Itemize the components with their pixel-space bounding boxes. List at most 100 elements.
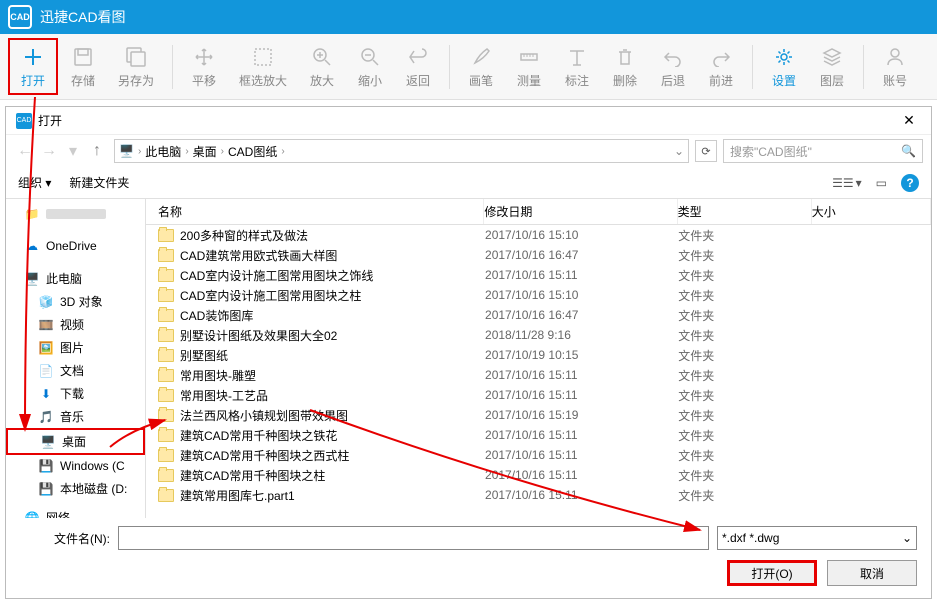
filename-label: 文件名(N): (20, 530, 110, 547)
sidebar-item-pictures[interactable]: 🖼️图片 (6, 336, 145, 359)
saveas-icon (123, 44, 149, 70)
desktop-icon: 🖥️ (40, 434, 56, 450)
move-icon (191, 44, 217, 70)
brush-icon (468, 44, 494, 70)
cloud-icon: ☁ (24, 238, 40, 254)
search-input[interactable]: 搜索"CAD图纸" 🔍 (723, 139, 923, 163)
undo-button[interactable]: 后退 (650, 40, 696, 93)
table-row[interactable]: 别墅设计图纸及效果图大全022018/11/28 9:16文件夹 (146, 325, 931, 345)
saveas-button[interactable]: 另存为 (108, 40, 164, 93)
disk-icon: 💾 (38, 458, 54, 474)
sidebar-item-downloads[interactable]: ⬇下载 (6, 382, 145, 405)
music-icon: 🎵 (38, 409, 54, 425)
save-button[interactable]: 存储 (60, 40, 106, 93)
table-row[interactable]: 建筑CAD常用千种图块之铁花2017/10/16 15:11文件夹 (146, 425, 931, 445)
sidebar-item-3dobjects[interactable]: 🧊3D 对象 (6, 290, 145, 313)
sidebar-item-thispc[interactable]: 🖥️此电脑 (6, 267, 145, 290)
table-row[interactable]: 常用图块-雕塑2017/10/16 15:11文件夹 (146, 365, 931, 385)
table-row[interactable]: CAD装饰图库2017/10/16 16:47文件夹 (146, 305, 931, 325)
main-toolbar: 打开 存储 另存为 平移 框选放大 放大 缩小 返回 画笔 测量 标注 (0, 34, 937, 100)
folder-icon (158, 329, 174, 342)
document-icon: 📄 (38, 363, 54, 379)
sidebar-item-documents[interactable]: 📄文档 (6, 359, 145, 382)
zoomout-icon (357, 44, 383, 70)
file-list: 名称 修改日期 类型 大小 200多种窗的样式及做法2017/10/16 15:… (146, 199, 931, 518)
open-confirm-button[interactable]: 打开(O) (727, 560, 817, 586)
disk-icon: 💾 (38, 481, 54, 497)
pc-icon: 🖥️ (24, 271, 40, 287)
folder-icon (158, 429, 174, 442)
close-icon[interactable]: ✕ (897, 112, 921, 129)
sidebar-item-onedrive[interactable]: ☁OneDrive (6, 235, 145, 257)
sidebar-item[interactable]: 📁 (6, 203, 145, 225)
view-mode-button[interactable]: ☰☰▾ (832, 176, 862, 190)
table-row[interactable]: 建筑CAD常用千种图块之西式柱2017/10/16 15:11文件夹 (146, 445, 931, 465)
back-button[interactable]: 返回 (395, 40, 441, 93)
app-icon: CAD (8, 5, 32, 29)
sidebar-item-videos[interactable]: 🎞️视频 (6, 313, 145, 336)
nav-back-icon[interactable]: ← (14, 140, 36, 162)
zoomin-icon (309, 44, 335, 70)
layers-button[interactable]: 图层 (809, 40, 855, 93)
plus-icon (20, 44, 46, 70)
open-dialog: CAD 打开 ✕ ← → ▾ ↑ 🖥️ › 此电脑 › 桌面 › CAD图纸 ›… (5, 106, 932, 599)
table-row[interactable]: 建筑CAD常用千种图块之柱2017/10/16 15:11文件夹 (146, 465, 931, 485)
brush-button[interactable]: 画笔 (458, 40, 504, 93)
sidebar: 📁 ☁OneDrive 🖥️此电脑 🧊3D 对象 🎞️视频 🖼️图片 📄文档 ⬇… (6, 199, 146, 518)
dialog-app-icon: CAD (16, 113, 32, 129)
refresh-icon[interactable]: ⟳ (695, 140, 717, 162)
table-row[interactable]: 建筑常用图库七.part12017/10/16 15:11文件夹 (146, 485, 931, 505)
table-row[interactable]: CAD室内设计施工图常用图块之柱2017/10/16 15:10文件夹 (146, 285, 931, 305)
col-date[interactable]: 修改日期 (484, 199, 677, 224)
preview-pane-button[interactable]: ▭ (876, 176, 887, 190)
sidebar-item-music[interactable]: 🎵音乐 (6, 405, 145, 428)
settings-button[interactable]: 设置 (761, 40, 807, 93)
table-row[interactable]: 别墅图纸2017/10/19 10:15文件夹 (146, 345, 931, 365)
zoomout-button[interactable]: 缩小 (347, 40, 393, 93)
delete-button[interactable]: 删除 (602, 40, 648, 93)
measure-button[interactable]: 测量 (506, 40, 552, 93)
col-size[interactable]: 大小 (812, 199, 931, 224)
back-icon (405, 44, 431, 70)
nav-dropdown-icon[interactable]: ▾ (62, 140, 84, 162)
table-row[interactable]: 常用图块-工艺品2017/10/16 15:11文件夹 (146, 385, 931, 405)
app-title: 迅捷CAD看图 (40, 7, 126, 27)
picture-icon: 🖼️ (38, 340, 54, 356)
cancel-button[interactable]: 取消 (827, 560, 917, 586)
redo-icon (708, 44, 734, 70)
sidebar-item-localdisk[interactable]: 💾本地磁盘 (D: (6, 477, 145, 500)
nav-row: ← → ▾ ↑ 🖥️ › 此电脑 › 桌面 › CAD图纸 › ⌄ ⟳ 搜索"C… (6, 135, 931, 167)
table-row[interactable]: CAD建筑常用欧式铁画大样图2017/10/16 16:47文件夹 (146, 245, 931, 265)
zoomin-button[interactable]: 放大 (299, 40, 345, 93)
redo-button[interactable]: 前进 (698, 40, 744, 93)
account-button[interactable]: 账号 (872, 40, 918, 93)
nav-up-icon[interactable]: ↑ (86, 140, 108, 162)
table-row[interactable]: CAD室内设计施工图常用图块之饰线2017/10/16 15:11文件夹 (146, 265, 931, 285)
table-row[interactable]: 200多种窗的样式及做法2017/10/16 15:10文件夹 (146, 225, 931, 245)
zoombox-button[interactable]: 框选放大 (229, 40, 297, 93)
breadcrumb[interactable]: 🖥️ › 此电脑 › 桌面 › CAD图纸 › ⌄ (114, 139, 689, 163)
move-button[interactable]: 平移 (181, 40, 227, 93)
titlebar: CAD 迅捷CAD看图 (0, 0, 937, 34)
col-name[interactable]: 名称 (146, 199, 484, 224)
nav-forward-icon[interactable]: → (38, 140, 60, 162)
organize-button[interactable]: 组织 ▾ (18, 174, 51, 191)
newfolder-button[interactable]: 新建文件夹 (69, 174, 129, 191)
ruler-icon (516, 44, 542, 70)
filename-input[interactable] (118, 526, 709, 550)
sidebar-item-network[interactable]: 🌐网络 (6, 506, 145, 518)
open-button[interactable]: 打开 (8, 38, 58, 95)
sidebar-item-windows[interactable]: 💾Windows (C (6, 455, 145, 477)
search-icon: 🔍 (901, 144, 916, 158)
table-row[interactable]: 法兰西风格小镇规划图带效果图2017/10/16 15:19文件夹 (146, 405, 931, 425)
dialog-title: 打开 (38, 112, 897, 129)
dialog-footer: 文件名(N): *.dxf *.dwg⌄ 打开(O) 取消 (6, 518, 931, 598)
help-icon[interactable]: ? (901, 174, 919, 192)
sidebar-item-desktop[interactable]: 🖥️桌面 (6, 428, 145, 455)
annotate-button[interactable]: 标注 (554, 40, 600, 93)
col-type[interactable]: 类型 (678, 199, 812, 224)
chevron-down-icon[interactable]: ⌄ (674, 144, 684, 158)
filetype-select[interactable]: *.dxf *.dwg⌄ (717, 526, 917, 550)
network-icon: 🌐 (24, 510, 40, 519)
folder-icon (158, 409, 174, 422)
